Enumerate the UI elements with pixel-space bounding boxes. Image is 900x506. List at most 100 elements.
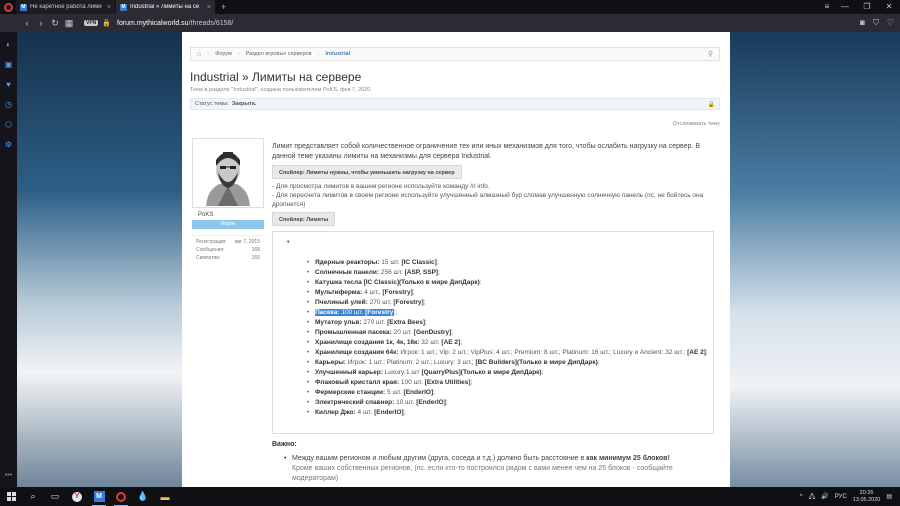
breadcrumb-separator-icon: › [317,51,320,57]
opera-browser-icon[interactable] [110,487,132,506]
limit-item-text: Флаковый кристалл края: 100 шт. [Extra U… [315,379,471,386]
browser-tab-bar: M Не каретное работа лими × M Industrial… [0,0,900,14]
address-bar-actions: ◙ ⛉ ♡ [860,18,894,28]
limit-name: Хранилище создания 64к: [315,349,399,356]
stat-label: Сообщения: [196,247,225,253]
stat-messages: Сообщения: 168 [192,246,264,254]
maximize-button[interactable]: ❐ [856,0,878,14]
opera-menu-icon[interactable] [0,0,16,14]
minimize-button[interactable]: — [834,0,856,14]
speed-dial-icon[interactable]: ▦ [62,18,76,29]
extensions-icon[interactable]: ⬡ [5,120,12,129]
limit-value: 4 шт., [362,289,383,296]
url-field[interactable]: forum.mythicalworld.su/threads/6158/ [117,20,233,27]
reload-button[interactable]: ↻ [48,18,62,29]
limit-value: 256 шт. [379,269,405,276]
list-item: Между вашим регионом и любым другим (дру… [284,454,718,464]
tab-2[interactable]: M Industrial » Лимиты на се × [116,0,215,14]
mythicalworld-launcher-icon[interactable]: M [88,487,110,506]
windows-start-icon[interactable] [0,487,22,506]
spoiler-button-reason[interactable]: Спойлер: Лимиты нужны, чтобы уменьшить н… [272,165,462,179]
watch-thread-link[interactable]: Отслеживать тему [673,121,720,127]
author-username[interactable]: PoKS [198,212,264,218]
limit-item-text: Мультиферма: 4 шт., [Forestry] [315,289,413,296]
limit-item-text: Пчелиный улей: 270 шт. [Forestry] [315,299,424,306]
drop-app-icon[interactable]: 💧 [132,487,154,506]
limit-value: 270 шт. [367,299,394,306]
sitemap-icon[interactable]: ⚲ [708,50,713,58]
yandex-browser-icon[interactable]: Y [66,487,88,506]
close-tab-icon[interactable]: × [207,4,211,11]
settings-gear-icon[interactable]: ⚙ [5,140,12,149]
breadcrumb-current[interactable]: Industrial [325,51,350,57]
network-icon[interactable]: 🖧 [809,492,816,502]
limit-name: Киллер Джо: [315,409,356,416]
avatar[interactable] [192,138,264,208]
volume-icon[interactable]: 🔊 [821,493,828,500]
messenger-icon[interactable]: ▣ [5,60,13,69]
limit-mod-tag: [EnderIO] [374,409,404,416]
tab-menu-icon[interactable]: ≡ [820,0,834,14]
limit-item: Катушка тесла [IC Classic](Только в мире… [307,278,711,288]
limit-item: Улучшенный карьер: Luxury:1 шт [QuarryPl… [307,368,711,378]
snapshot-icon[interactable]: ◙ [860,18,865,28]
limit-terminator: ; [438,269,440,276]
limit-item: Промышленная пасека: 20 шт. [GenDustry]; [307,328,711,338]
limit-value: Игрок: 1 шт.; Platinum: 2 шт.; Luxury: 3… [345,359,476,366]
limit-value: 32 шт. [419,339,442,346]
stat-likes: Симпатии: 155 [192,254,264,262]
limit-terminator: ; [470,379,473,386]
limit-name: Хранилище создания 1к, 4к, 16к: [315,339,420,346]
limit-mod-tag: [Forestry] [365,309,396,316]
tab-1[interactable]: M Не каретное работа лими × [16,0,115,14]
vpn-badge[interactable]: VPN [84,20,99,26]
file-explorer-icon[interactable]: ▬ [154,487,176,506]
limit-name: Карьеры: [315,359,346,366]
limit-item: Электрический спавнер: 10 шт. [EnderIO]; [307,398,711,408]
limit-item-text: Киллер Джо: 4 шт. [EnderIO] [315,409,404,416]
limit-terminator: ; [451,329,454,336]
limit-terminator: : [479,279,482,286]
more-icon[interactable]: ••• [5,472,12,479]
status-label: Статус темы: [195,101,229,107]
heart-icon[interactable]: ♡ [887,18,894,28]
language-indicator[interactable]: РУС [835,494,847,500]
limit-terminator: ; [445,399,448,406]
home-icon[interactable]: ⌂ [197,51,201,58]
clock[interactable]: 20:26 13.05.2020 [853,490,881,504]
shield-icon[interactable]: ⛉ [873,18,879,28]
limit-item: Пчелиный улей: 270 шт. [Forestry]; [307,298,711,308]
breadcrumb-forum[interactable]: Форум [215,51,232,57]
breadcrumb-section[interactable]: Раздел игровых серверов [246,51,312,57]
status-value: Закрыта. [231,101,257,107]
limit-terminator: ; [403,409,406,416]
limit-name: Электрический спавнер: [315,399,395,406]
limit-terminator: ; [597,359,600,366]
notifications-icon[interactable]: ▤ [886,493,892,500]
stat-value: 168 [251,247,260,253]
history-icon[interactable]: ◷ [5,100,12,109]
mythicalworld-favicon-icon: M [120,3,127,11]
bookmarks-icon[interactable]: ♥ [6,80,11,89]
new-tab-button[interactable]: + [216,0,231,14]
limit-name: Мутатор ульв: [315,319,362,326]
avatar-image [198,140,258,206]
limit-item-text: Мутатор ульв: 270 шт. [Extra Bees] [315,319,425,326]
url-path: /threads/6158/ [188,19,234,27]
clock-time: 20:26 [859,489,874,496]
limit-item-text: Электрический спавнер: 10 шт. [EnderIO] [315,399,446,406]
search-icon[interactable]: ⌕ [22,487,44,506]
chevron-up-icon[interactable]: ^ [800,494,803,500]
speed-dial-icon[interactable]: ◐ [6,40,11,49]
close-window-button[interactable]: ✕ [878,0,900,14]
limit-value: 20 шт. [391,329,414,336]
author-stats: Регистрация: авг 7, 2015 Сообщения: 168 Си… [192,235,264,262]
stat-value: 155 [251,255,260,261]
task-view-icon[interactable]: ▭ [44,487,66,506]
forward-button[interactable]: › [34,18,48,28]
close-tab-icon[interactable]: × [107,4,111,11]
important-list: Между вашим регионом и любым другим (дру… [272,454,718,484]
lock-icon[interactable]: 🔒 [102,19,111,27]
back-button[interactable]: ‹ [20,18,34,28]
spoiler-button-limits[interactable]: Спойлер: Лимиты [272,212,336,226]
